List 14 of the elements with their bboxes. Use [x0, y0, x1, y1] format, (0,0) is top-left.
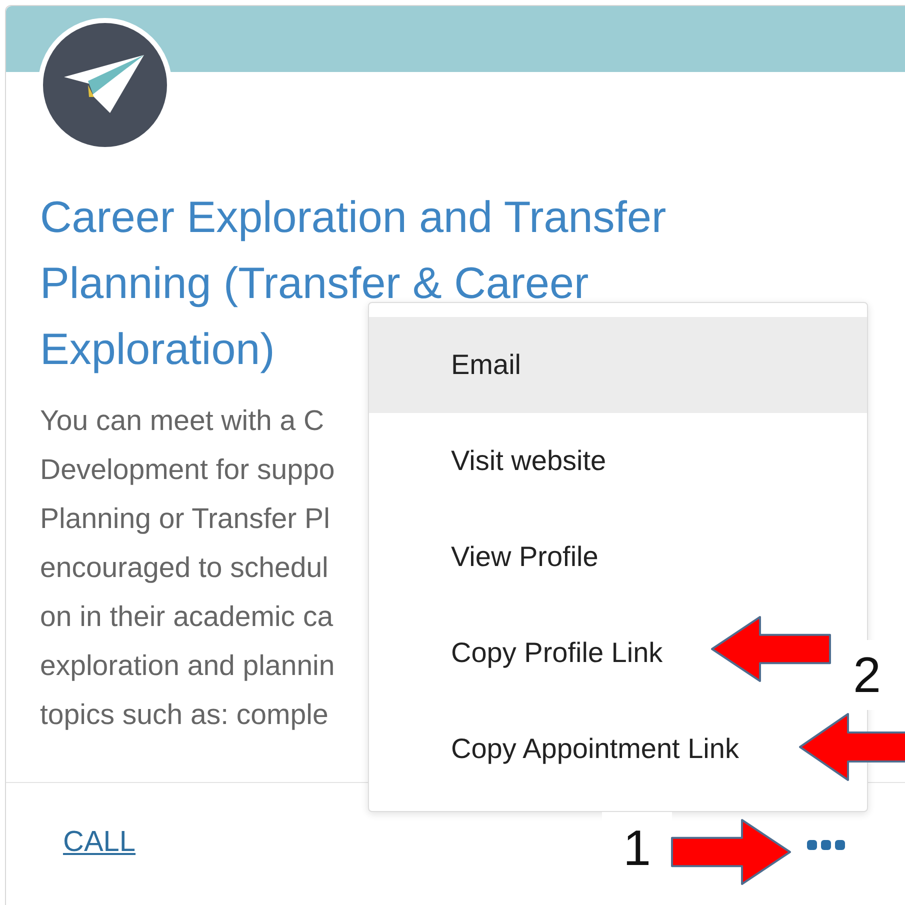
menu-item[interactable]: View Profile — [369, 509, 867, 605]
card-title: Career Exploration and Transfer — [40, 192, 666, 244]
description-text: You can meet with a C Development for suppo Planning or Transfer Pl encouraged to schedul on in their academic ca exploration and plannin topics such as: comple — [40, 404, 335, 733]
menu-item[interactable]: Email — [369, 317, 867, 413]
card-title: Planning (Transfer & Career — [40, 258, 589, 310]
more-icon — [807, 839, 847, 851]
paper-plane-icon — [64, 55, 146, 115]
menu-item[interactable]: Copy Appointment Link — [369, 701, 867, 797]
arrow-icon — [712, 617, 830, 681]
card-title: Exploration) — [40, 324, 275, 376]
menu-item[interactable]: Visit website — [369, 413, 867, 509]
call-link[interactable]: CALL — [63, 826, 136, 858]
arrow-icon — [672, 820, 790, 884]
arrow-icon — [800, 714, 905, 780]
